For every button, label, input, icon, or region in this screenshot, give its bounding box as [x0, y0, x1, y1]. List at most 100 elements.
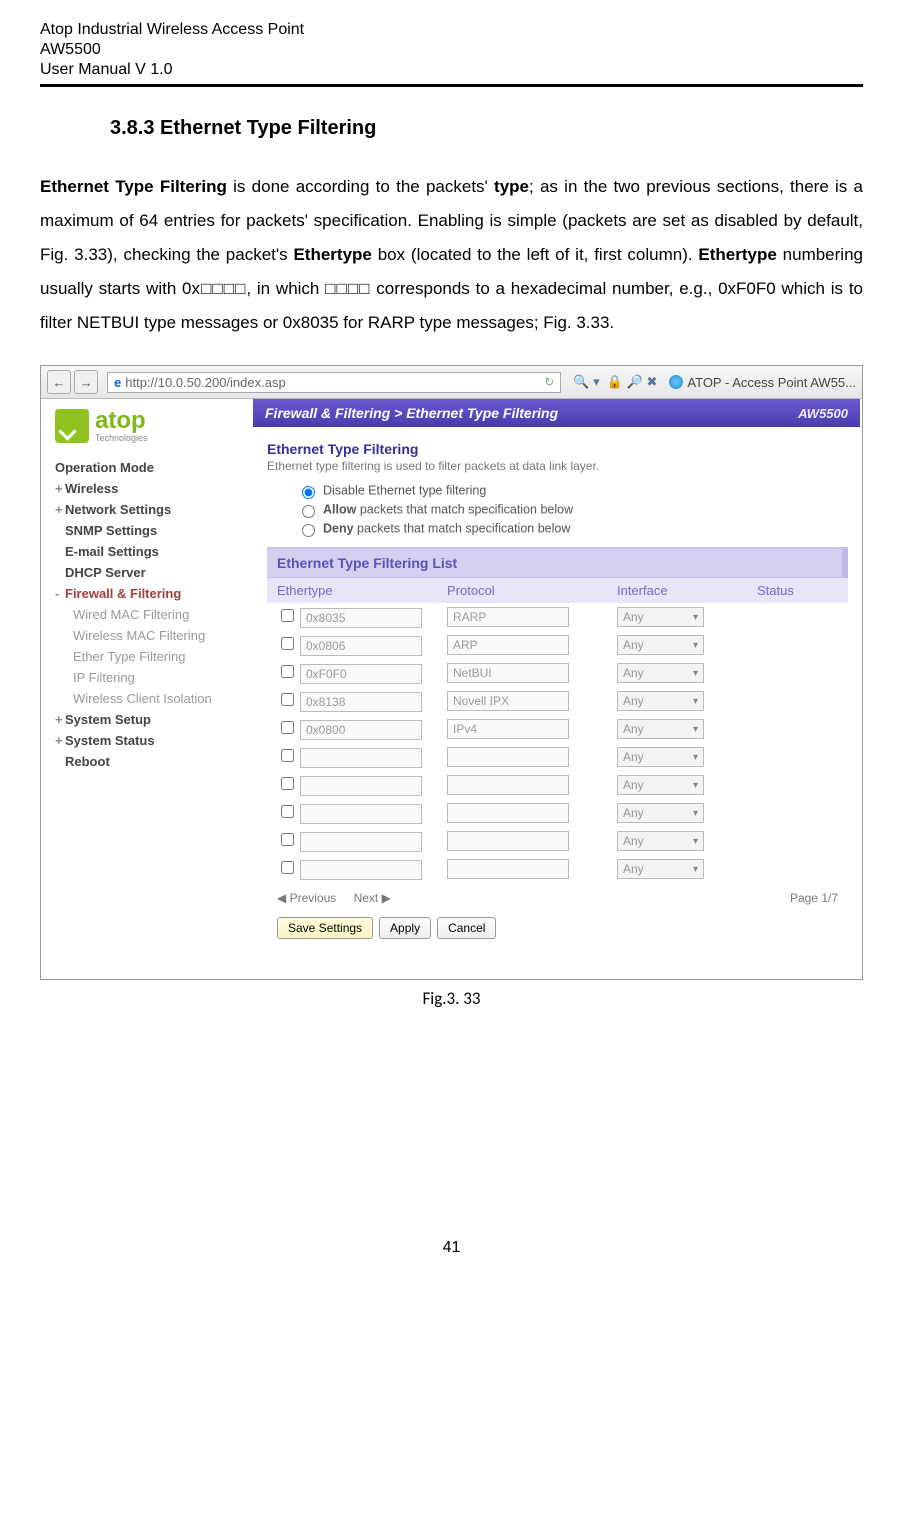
protocol-input[interactable]: [447, 663, 569, 683]
interface-select[interactable]: Any▾: [617, 775, 704, 795]
ethertype-input[interactable]: [300, 636, 422, 656]
chevron-down-icon: ▾: [693, 612, 698, 623]
sidebar-item-label: Firewall & Filtering: [65, 586, 181, 601]
ethertype-input[interactable]: [300, 776, 422, 796]
row-checkbox[interactable]: [281, 749, 294, 762]
breadcrumb-model: AW5500: [798, 406, 848, 421]
save-settings-button[interactable]: Save Settings: [277, 917, 373, 939]
interface-select[interactable]: Any▾: [617, 607, 704, 627]
sidebar-item-network-settings[interactable]: +Network Settings: [55, 499, 245, 520]
sidebar-item-client-isolation[interactable]: Wireless Client Isolation: [55, 688, 245, 709]
logo: atop Technologies: [55, 409, 245, 443]
radio-deny-input[interactable]: [302, 524, 315, 537]
sidebar-item-label: Network Settings: [65, 502, 171, 517]
row-checkbox[interactable]: [281, 721, 294, 734]
forward-button[interactable]: →: [74, 370, 98, 394]
sidebar-item-operation-mode[interactable]: Operation Mode: [55, 457, 245, 478]
protocol-input[interactable]: [447, 859, 569, 879]
interface-select[interactable]: Any▾: [617, 803, 704, 823]
row-checkbox[interactable]: [281, 861, 294, 874]
logo-subtext: Technologies: [95, 433, 148, 443]
sidebar-item-wired-mac[interactable]: Wired MAC Filtering: [55, 604, 245, 625]
expand-icon: +: [55, 502, 65, 517]
row-checkbox[interactable]: [281, 693, 294, 706]
refresh-icon: ↻: [544, 375, 554, 389]
browser-tab[interactable]: ATOP - Access Point AW55...: [669, 375, 856, 390]
protocol-input[interactable]: [447, 803, 569, 823]
sidebar-item-label: System Setup: [65, 712, 151, 727]
sidebar-item-system-status[interactable]: +System Status: [55, 730, 245, 751]
row-checkbox[interactable]: [281, 777, 294, 790]
apply-button[interactable]: Apply: [379, 917, 431, 939]
ethertype-input[interactable]: [300, 748, 422, 768]
term-ethernet-type-filtering: Ethernet Type Filtering: [40, 177, 227, 196]
interface-select[interactable]: Any▾: [617, 635, 704, 655]
screenshot-figure: ← → e http://10.0.50.200/index.asp ↻ 🔍 ▾…: [40, 365, 863, 980]
table-row: Any▾: [267, 687, 848, 715]
sidebar-item-dhcp[interactable]: DHCP Server: [55, 562, 245, 583]
breadcrumb: Firewall & Filtering > Ethernet Type Fil…: [253, 399, 860, 427]
table-header-row: Ethertype Protocol Interface Status: [267, 578, 848, 603]
panel-description: Ethernet type filtering is used to filte…: [267, 459, 848, 473]
radio-deny[interactable]: Deny packets that match specification be…: [297, 521, 848, 537]
sidebar: atop Technologies Operation Mode +Wirele…: [41, 399, 253, 979]
interface-select[interactable]: Any▾: [617, 747, 704, 767]
sidebar-item-wireless-mac[interactable]: Wireless MAC Filtering: [55, 625, 245, 646]
radio-allow-input[interactable]: [302, 505, 315, 518]
chevron-down-icon: ▾: [693, 780, 698, 791]
table-row: Any▾: [267, 827, 848, 855]
row-checkbox[interactable]: [281, 609, 294, 622]
ethertype-input[interactable]: [300, 720, 422, 740]
logo-text: atop: [95, 409, 148, 433]
sidebar-item-ip-filtering[interactable]: IP Filtering: [55, 667, 245, 688]
row-checkbox[interactable]: [281, 637, 294, 650]
sidebar-item-system-setup[interactable]: +System Setup: [55, 709, 245, 730]
pager-previous[interactable]: ◀ Previous: [277, 891, 336, 905]
interface-select[interactable]: Any▾: [617, 831, 704, 851]
sidebar-item-firewall[interactable]: -Firewall & Filtering: [55, 583, 245, 604]
hdr-line3: User Manual V 1.0: [40, 60, 304, 80]
protocol-input[interactable]: [447, 607, 569, 627]
pager-next[interactable]: Next ▶: [354, 891, 391, 905]
sidebar-item-snmp[interactable]: SNMP Settings: [55, 520, 245, 541]
ethertype-input[interactable]: [300, 804, 422, 824]
radio-label: Disable Ethernet type filtering: [323, 483, 486, 497]
col-interface: Interface: [617, 583, 757, 598]
protocol-input[interactable]: [447, 635, 569, 655]
row-checkbox[interactable]: [281, 805, 294, 818]
protocol-input[interactable]: [447, 747, 569, 767]
col-status: Status: [757, 583, 838, 598]
protocol-input[interactable]: [447, 691, 569, 711]
radio-allow[interactable]: Allow packets that match specification b…: [297, 502, 848, 518]
table-row: Any▾: [267, 631, 848, 659]
sidebar-item-email[interactable]: E-mail Settings: [55, 541, 245, 562]
filter-mode-radios: Disable Ethernet type filtering Allow pa…: [297, 483, 848, 537]
url-text: http://10.0.50.200/index.asp: [125, 375, 285, 390]
search-icon[interactable]: 🔍 ▾ 🔒 🔎 ✖: [573, 374, 657, 390]
ethertype-input[interactable]: [300, 832, 422, 852]
protocol-input[interactable]: [447, 831, 569, 851]
radio-disable[interactable]: Disable Ethernet type filtering: [297, 483, 848, 499]
sidebar-item-reboot[interactable]: Reboot: [55, 751, 245, 772]
ethertype-input[interactable]: [300, 860, 422, 880]
protocol-input[interactable]: [447, 775, 569, 795]
ethertype-input[interactable]: [300, 692, 422, 712]
cancel-button[interactable]: Cancel: [437, 917, 496, 939]
ethertype-input[interactable]: [300, 608, 422, 628]
sidebar-item-wireless[interactable]: +Wireless: [55, 478, 245, 499]
row-checkbox[interactable]: [281, 665, 294, 678]
back-button[interactable]: ←: [47, 370, 71, 394]
page-number: 41: [40, 1239, 863, 1275]
ethertype-input[interactable]: [300, 664, 422, 684]
pager-page-info: Page 1/7: [790, 891, 838, 905]
protocol-input[interactable]: [447, 719, 569, 739]
col-ethertype: Ethertype: [277, 583, 447, 598]
row-checkbox[interactable]: [281, 833, 294, 846]
interface-select[interactable]: Any▾: [617, 663, 704, 683]
interface-select[interactable]: Any▾: [617, 859, 704, 879]
interface-select[interactable]: Any▾: [617, 719, 704, 739]
radio-disable-input[interactable]: [302, 486, 315, 499]
interface-select[interactable]: Any▾: [617, 691, 704, 711]
sidebar-item-ether-type[interactable]: Ether Type Filtering: [55, 646, 245, 667]
address-bar[interactable]: e http://10.0.50.200/index.asp ↻: [107, 372, 561, 393]
